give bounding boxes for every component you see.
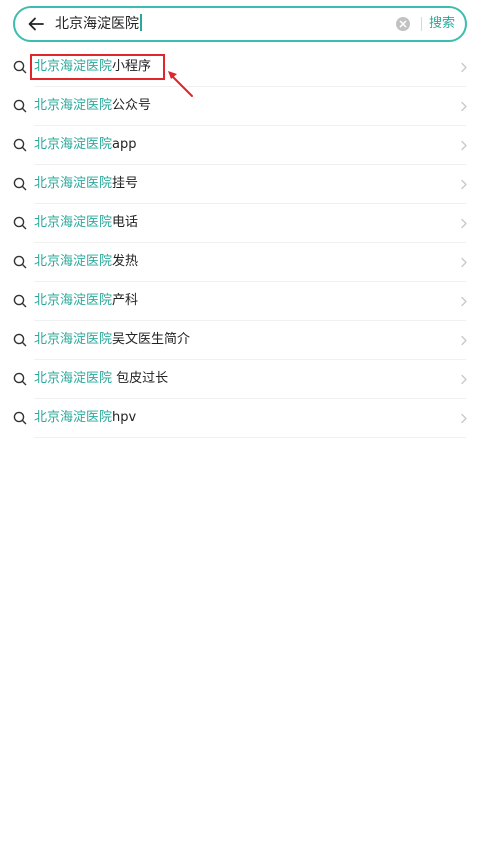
back-button[interactable] <box>25 13 47 35</box>
suggestion-label: 北京海淀医院产科 <box>34 292 138 310</box>
suggestion-rest: 发热 <box>112 254 139 269</box>
suggestion-6[interactable]: 北京海淀医院产科 <box>0 282 480 321</box>
suggestion-label: 北京海淀医院电话 <box>34 214 138 232</box>
chevron-right-icon <box>461 179 467 190</box>
suggestion-8[interactable]: 北京海淀医院 包皮过长 <box>0 360 480 399</box>
suggestion-highlight: 北京海淀医院 <box>34 254 113 269</box>
search-page: 北京海淀医院 搜索 北京海淀医院小程序 北京海淀医院公众号 北京海淀医院app 北京海… <box>0 0 480 853</box>
suggestion-2[interactable]: 北京海淀医院app <box>0 126 480 165</box>
suggestion-highlight: 北京海淀医院 <box>34 137 113 152</box>
suggestion-label: 北京海淀医院app <box>34 136 137 154</box>
suggestion-rest: 公众号 <box>112 98 152 113</box>
suggestion-highlight: 北京海淀医院 <box>34 410 113 425</box>
text-caret <box>140 14 142 31</box>
suggestion-rest: app <box>112 137 137 152</box>
suggestion-3[interactable]: 北京海淀医院挂号 <box>0 165 480 204</box>
search-query: 北京海淀医院 <box>55 16 139 32</box>
suggestion-label: 北京海淀医院发热 <box>34 253 138 271</box>
suggestion-5[interactable]: 北京海淀医院发热 <box>0 243 480 282</box>
search-icon <box>13 177 27 191</box>
chevron-right-icon <box>461 257 467 268</box>
search-divider <box>421 17 422 31</box>
suggestion-4[interactable]: 北京海淀医院电话 <box>0 204 480 243</box>
suggestion-highlight: 北京海淀医院 <box>34 293 113 308</box>
chevron-right-icon <box>461 335 467 346</box>
suggestion-rest: 包皮过长 <box>112 371 169 386</box>
suggestion-list: 北京海淀医院小程序 北京海淀医院公众号 北京海淀医院app 北京海淀医院挂号 北京海淀医… <box>0 48 480 438</box>
arrow-left-icon <box>28 17 44 31</box>
chevron-right-icon <box>461 374 467 385</box>
chevron-right-icon <box>461 62 467 73</box>
search-input[interactable]: 北京海淀医院 <box>55 14 142 34</box>
red-arrow-icon <box>168 71 193 97</box>
suggestion-highlight: 北京海淀医院 <box>34 176 113 191</box>
chevron-right-icon <box>461 140 467 151</box>
suggestion-highlight: 北京海淀医院 <box>34 332 113 347</box>
search-icon <box>13 411 27 425</box>
suggestion-highlight: 北京海淀医院 <box>34 371 113 386</box>
chevron-right-icon <box>461 296 467 307</box>
suggestion-7[interactable]: 北京海淀医院吴文医生简介 <box>0 321 480 360</box>
suggestion-highlight: 北京海淀医院 <box>34 215 113 230</box>
search-icon <box>13 333 27 347</box>
search-icon <box>13 294 27 308</box>
suggestion-highlight: 北京海淀医院 <box>34 98 113 113</box>
suggestion-rest: 电话 <box>112 215 139 230</box>
search-button[interactable]: 搜索 <box>429 15 455 33</box>
suggestion-rest: 产科 <box>112 293 139 308</box>
chevron-right-icon <box>461 101 467 112</box>
row-divider <box>34 437 466 438</box>
suggestion-1[interactable]: 北京海淀医院公众号 <box>0 87 480 126</box>
chevron-right-icon <box>461 218 467 229</box>
suggestion-label: 北京海淀医院 包皮过长 <box>34 370 168 388</box>
clear-circle-icon[interactable] <box>395 16 411 32</box>
suggestion-rest: 挂号 <box>112 176 139 191</box>
suggestion-label: 北京海淀医院挂号 <box>34 175 138 193</box>
suggestion-label: 北京海淀医院公众号 <box>34 97 151 115</box>
suggestion-rest: 吴文医生简介 <box>112 332 191 347</box>
search-icon <box>13 216 27 230</box>
search-icon <box>13 60 27 74</box>
chevron-right-icon <box>461 413 467 424</box>
search-icon <box>13 372 27 386</box>
suggestion-rest: hpv <box>112 410 137 425</box>
search-icon <box>13 255 27 269</box>
search-bar[interactable]: 北京海淀医院 搜索 <box>13 6 467 42</box>
search-icon <box>13 138 27 152</box>
suggestion-label: 北京海淀医院hpv <box>34 409 136 427</box>
annotation-highlight-box <box>30 54 165 80</box>
suggestion-9[interactable]: 北京海淀医院hpv <box>0 399 480 438</box>
search-icon <box>13 99 27 113</box>
suggestion-label: 北京海淀医院吴文医生简介 <box>34 331 190 349</box>
